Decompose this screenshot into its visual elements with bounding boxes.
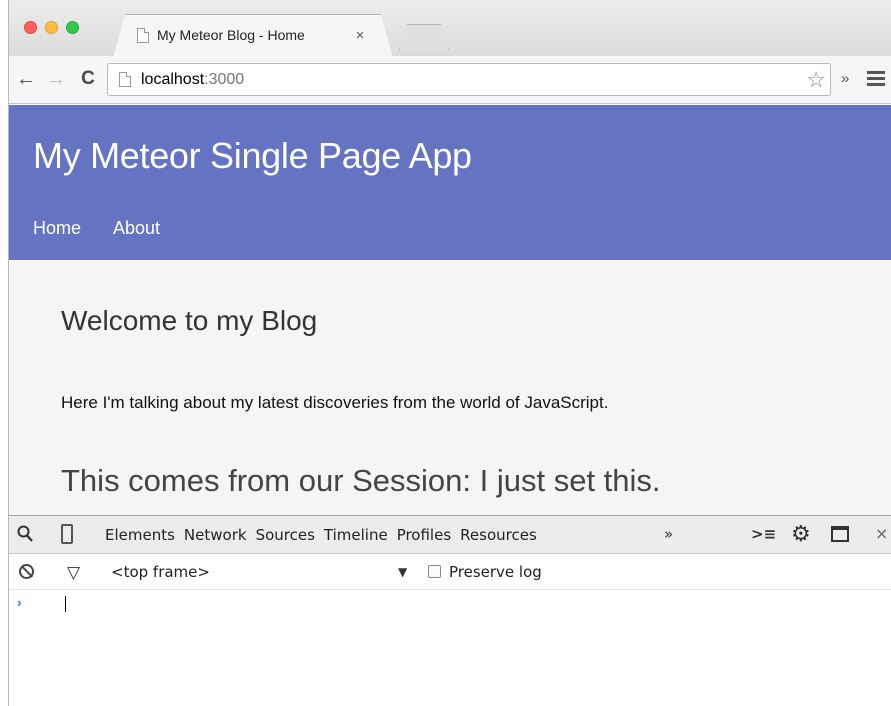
search-icon[interactable]	[17, 525, 33, 543]
console-drawer-icon[interactable]: >≡	[751, 525, 776, 543]
welcome-heading: Welcome to my Blog	[61, 305, 318, 336]
clear-console-icon[interactable]	[19, 564, 34, 579]
console-prompt-icon: ›	[17, 594, 22, 610]
dock-side-icon[interactable]	[831, 526, 849, 542]
bookmark-star-icon[interactable]: ☆	[806, 67, 826, 93]
url-port: :3000	[204, 70, 245, 88]
text-caret	[65, 596, 66, 612]
tab-network[interactable]: Network	[184, 526, 247, 544]
app-title: My Meteor Single Page App	[33, 135, 472, 176]
app-nav: Home About	[33, 218, 160, 239]
console-input-area[interactable]: ›	[9, 590, 891, 690]
zoom-window-button[interactable]	[66, 21, 79, 34]
tab-profiles[interactable]: Profiles	[397, 526, 451, 544]
devtools-tabbar: Elements Network Sources Timeline Profil…	[9, 516, 891, 554]
hamburger-menu-icon[interactable]	[867, 71, 885, 87]
tab-elements[interactable]: Elements	[105, 526, 175, 544]
new-tab-button[interactable]	[399, 24, 449, 50]
filter-icon[interactable]: ▽	[67, 563, 80, 583]
extensions-chevron-icon[interactable]: »	[841, 70, 849, 87]
devtools-tabs: Elements Network Sources Timeline Profil…	[105, 526, 546, 544]
browser-tab-content[interactable]: My Meteor Blog - Home ×	[127, 14, 377, 56]
devtools-close-icon[interactable]: ×	[875, 524, 888, 543]
device-mode-icon[interactable]	[61, 524, 73, 544]
tab-title: My Meteor Blog - Home	[157, 27, 305, 43]
tab-resources[interactable]: Resources	[460, 526, 537, 544]
nav-link-home[interactable]: Home	[33, 218, 81, 239]
tab-close-icon[interactable]: ×	[351, 27, 369, 44]
browser-toolbar: ← → C localhost:3000 ☆ »	[9, 56, 891, 104]
more-tabs-chevron-icon[interactable]: »	[664, 525, 673, 543]
reload-icon[interactable]: C	[77, 68, 99, 90]
tab-strip: My Meteor Blog - Home ×	[9, 0, 891, 56]
frame-dropdown-arrow-icon[interactable]: ▼	[398, 565, 407, 579]
page-icon	[137, 27, 149, 43]
session-heading: This comes from our Session: I just set …	[61, 463, 661, 498]
browser-window: My Meteor Blog - Home × ← → C localhost:…	[8, 0, 891, 706]
address-bar[interactable]: localhost:3000 ☆	[107, 63, 831, 96]
console-toolbar: ▽ <top frame> ▼ Preserve log	[9, 554, 891, 590]
tab-sources[interactable]: Sources	[256, 526, 315, 544]
settings-gear-icon[interactable]: ⚙	[791, 522, 811, 547]
frame-selector[interactable]: <top frame>	[111, 563, 210, 581]
close-window-button[interactable]	[24, 21, 37, 34]
intro-paragraph: Here I'm talking about my latest discove…	[61, 393, 609, 412]
tab-timeline[interactable]: Timeline	[324, 526, 388, 544]
page-viewport: My Meteor Single Page App Home About Wel…	[9, 105, 891, 515]
preserve-log-checkbox[interactable]	[428, 565, 441, 578]
url-host: localhost	[141, 70, 205, 88]
nav-link-about[interactable]: About	[113, 218, 160, 239]
page-icon	[119, 72, 131, 87]
minimize-window-button[interactable]	[45, 21, 58, 34]
back-arrow-icon[interactable]: ←	[15, 68, 37, 90]
devtools-panel: Elements Network Sources Timeline Profil…	[9, 515, 891, 706]
app-header: My Meteor Single Page App Home About	[9, 105, 891, 260]
forward-arrow-icon[interactable]: →	[45, 68, 67, 90]
preserve-log-label[interactable]: Preserve log	[449, 563, 542, 581]
